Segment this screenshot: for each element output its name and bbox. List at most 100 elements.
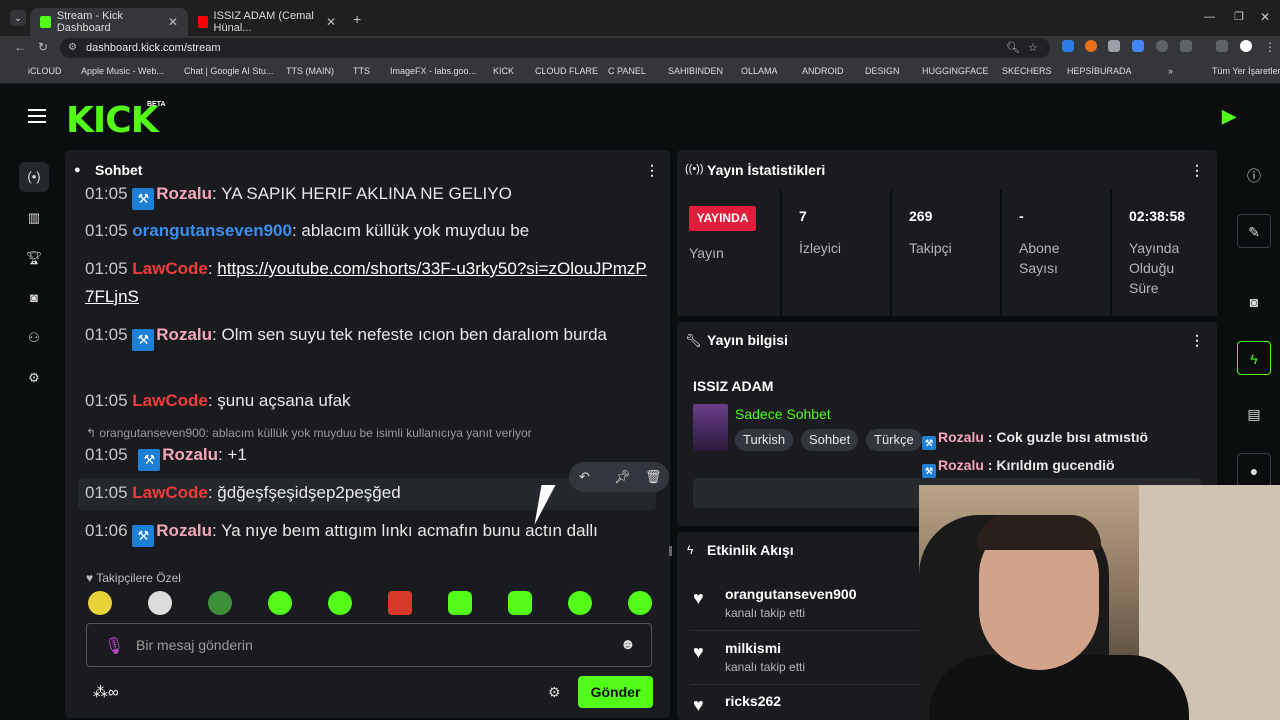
emote-icon[interactable]: [508, 591, 532, 615]
tag-chip[interactable]: Turkish: [735, 429, 794, 451]
activity-user[interactable]: orangutanseven900: [725, 586, 857, 602]
message-user[interactable]: Rozalu: [156, 186, 212, 203]
back-icon[interactable]: ←: [14, 40, 26, 54]
stats-menu-icon[interactable]: ⋮: [1190, 162, 1204, 179]
chat-message[interactable]: 01:05 ⚒ Rozalu: +1: [85, 441, 655, 471]
microphone-icon[interactable]: 🎙︎: [104, 636, 124, 656]
extension-icon[interactable]: [1132, 40, 1144, 52]
tab-search-icon[interactable]: ⌄: [10, 10, 26, 26]
emote-icon[interactable]: [448, 591, 472, 615]
emote-icon[interactable]: [208, 591, 232, 615]
chat-menu-icon[interactable]: ⋮: [645, 162, 659, 179]
message-user[interactable]: LawCode: [132, 391, 208, 410]
profile-avatar-icon[interactable]: [1240, 40, 1252, 52]
kick-logo[interactable]: KICK: [66, 100, 159, 141]
bookmark[interactable]: TTS (MAIN): [286, 66, 334, 76]
message-user[interactable]: Rozalu: [156, 325, 212, 344]
emote-icon[interactable]: [628, 591, 652, 615]
activity-user[interactable]: milkismi: [725, 640, 781, 656]
message-user[interactable]: orangutanseven900: [132, 221, 292, 240]
bookmark[interactable]: Apple Music - Web...: [81, 66, 164, 76]
browser-menu-icon[interactable]: ⋮: [1264, 40, 1276, 54]
bookmark[interactable]: ImageFX - labs.goo...: [390, 66, 476, 76]
analytics-nav-icon[interactable]: ▥: [19, 203, 49, 233]
chat-toggle-icon[interactable]: ●: [1237, 453, 1271, 487]
chat-message[interactable]: 01:05 ⚒ Rozalu: Olm sen suyu tek nefeste …: [85, 321, 655, 351]
bookmark[interactable]: KICK: [493, 66, 514, 76]
community-nav-icon[interactable]: ⚇: [19, 323, 49, 353]
settings-nav-icon[interactable]: ⚙: [19, 363, 49, 393]
minimize-icon[interactable]: —: [1204, 11, 1215, 23]
camera-nav-icon[interactable]: ◙: [19, 283, 49, 313]
maximize-icon[interactable]: ❐: [1234, 10, 1244, 23]
bookmark[interactable]: SKECHERS: [1002, 66, 1052, 76]
chat-message[interactable]: 01:05 orangutanseven900: ablacım küllük …: [85, 217, 655, 245]
bookmark[interactable]: TTS: [353, 66, 370, 76]
extensions-puzzle-icon[interactable]: [1180, 40, 1192, 52]
chat-message[interactable]: 01:06 ⚒ Rozalu: Ya nıye beım attıgım lınk…: [85, 517, 655, 547]
category-link[interactable]: Sadece Sohbet: [735, 406, 831, 422]
emote-icon[interactable]: [88, 591, 112, 615]
reply-context[interactable]: ↰ orangutanseven900: ablacım küllük yok …: [86, 426, 532, 440]
chat-scrollbar[interactable]: [669, 546, 672, 556]
send-button[interactable]: Gönder: [578, 676, 653, 708]
bookmark[interactable]: iCLOUD: [28, 66, 62, 76]
message-user[interactable]: LawCode: [132, 259, 208, 278]
tab-youtube[interactable]: ISSIZ ADAM (Cemal Hünal... ✕: [188, 8, 346, 36]
message-user[interactable]: Rozalu: [162, 445, 218, 464]
category-thumbnail[interactable]: [693, 404, 728, 451]
url-input[interactable]: ⚙ dashboard.kick.com/stream 🔍︎ ☆: [60, 38, 1050, 58]
community-points-icon[interactable]: ⁂∞: [93, 683, 119, 701]
site-info-icon[interactable]: ⚙: [68, 38, 77, 58]
chat-message[interactable]: 01:05 ⚒ Rozalu: YA SAPIK HERIF AKLINA NE …: [85, 186, 655, 210]
lightning-icon[interactable]: ϟ: [1237, 341, 1271, 375]
profile-avatar[interactable]: ▶: [1214, 101, 1244, 131]
edit-icon[interactable]: ✎: [1237, 214, 1271, 248]
extension-icon[interactable]: [1156, 40, 1168, 52]
extension-icon[interactable]: [1085, 40, 1097, 52]
chat-message[interactable]: 01:05 LawCode: https://youtube.com/short…: [85, 255, 655, 311]
screen-capture-icon[interactable]: ◙: [1237, 285, 1271, 319]
new-tab-button[interactable]: +: [353, 11, 361, 27]
emote-icon[interactable]: [148, 591, 172, 615]
message-user[interactable]: Rozalu: [156, 521, 212, 540]
stream-nav-icon[interactable]: (•): [19, 162, 49, 192]
message-user[interactable]: LawCode: [132, 483, 208, 502]
bookmark[interactable]: HEPSİBURADA: [1067, 66, 1132, 76]
extension-icon[interactable]: [1062, 40, 1074, 52]
tag-chip[interactable]: Sohbet: [801, 429, 859, 451]
bookmark[interactable]: ANDROID: [802, 66, 844, 76]
tab-kick-dashboard[interactable]: Stream - Kick Dashboard ✕: [30, 8, 188, 36]
pin-icon[interactable]: 📌︎: [614, 469, 631, 485]
reply-icon[interactable]: ↶: [579, 469, 590, 485]
bookmark[interactable]: CLOUD FLARE: [535, 66, 598, 76]
emote-icon[interactable]: [268, 591, 292, 615]
bookmark[interactable]: Chat | Google AI Stu...: [184, 66, 273, 76]
reading-list-icon[interactable]: [1216, 40, 1228, 52]
close-icon[interactable]: ✕: [326, 15, 336, 29]
bookmarks-overflow-icon[interactable]: »: [1168, 66, 1173, 76]
emote-icon[interactable]: [568, 591, 592, 615]
reload-icon[interactable]: ↻: [38, 40, 48, 54]
star-icon[interactable]: ☆: [1028, 38, 1038, 58]
bookmark[interactable]: SAHIBINDEN: [668, 66, 723, 76]
document-icon[interactable]: ▤: [1237, 397, 1271, 431]
bookmark[interactable]: C PANEL: [608, 66, 646, 76]
bookmark-all[interactable]: Tüm Yer İşaretleri: [1212, 66, 1280, 76]
menu-icon[interactable]: [28, 109, 46, 123]
emoji-picker-icon[interactable]: ☻: [620, 636, 636, 653]
close-icon[interactable]: ✕: [168, 15, 178, 29]
bookmark[interactable]: OLLAMA: [741, 66, 778, 76]
chat-settings-icon[interactable]: ⚙: [548, 684, 561, 701]
trophy-nav-icon[interactable]: 🏆︎: [19, 243, 49, 273]
zoom-icon[interactable]: 🔍︎: [1006, 38, 1020, 58]
bookmark[interactable]: HUGGINGFACE: [922, 66, 989, 76]
delete-icon[interactable]: 🗑︎: [645, 469, 662, 485]
chat-message[interactable]: 01:05 LawCode: şunu açsana ufak: [85, 387, 655, 415]
bookmark[interactable]: DESIGN: [865, 66, 900, 76]
close-window-icon[interactable]: ✕: [1260, 10, 1270, 24]
emote-icon[interactable]: [328, 591, 352, 615]
emote-icon[interactable]: [388, 591, 412, 615]
tag-chip[interactable]: Türkçe: [866, 429, 922, 451]
activity-user[interactable]: ricks262: [725, 693, 781, 709]
